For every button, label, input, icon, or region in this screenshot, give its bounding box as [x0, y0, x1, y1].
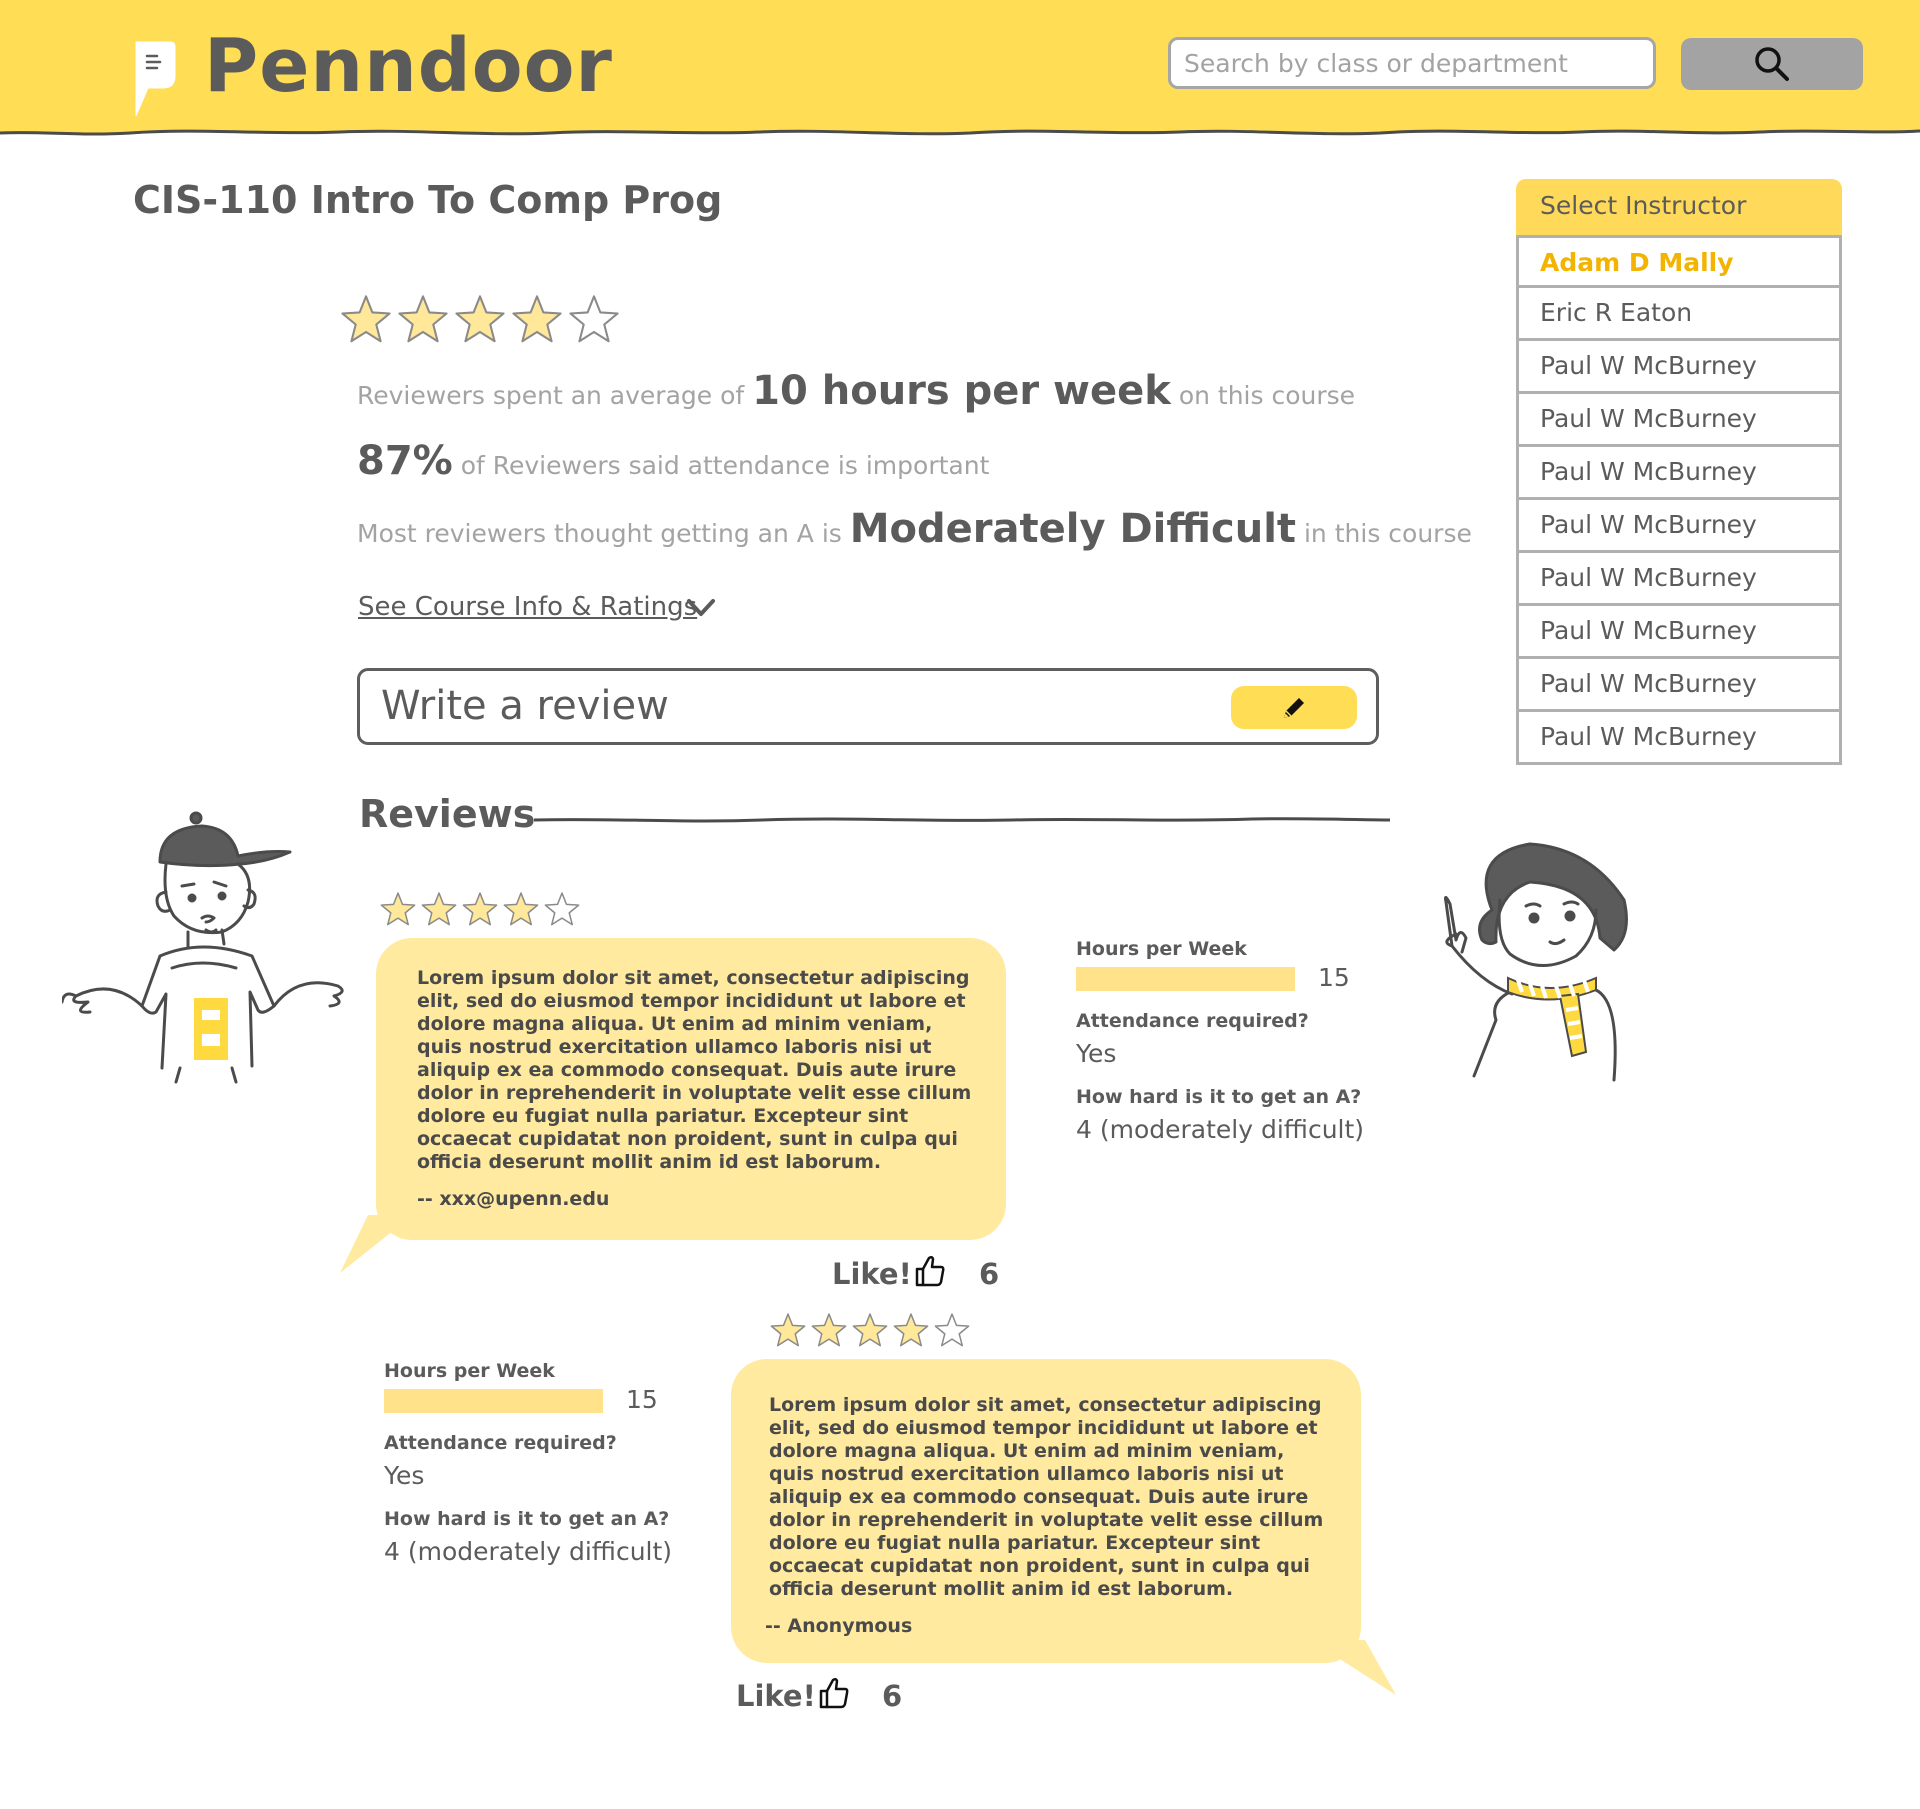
star-icon [811, 1313, 847, 1347]
hours-bar [384, 1389, 603, 1413]
instructor-item[interactable]: Paul W McBurney [1516, 394, 1842, 447]
boy-shrugging-illustration [62, 811, 344, 1084]
hours-bar [1076, 967, 1295, 991]
star-icon [893, 1313, 929, 1347]
like-count: 6 [979, 1257, 1000, 1291]
attendance-label: Attendance required? [384, 1432, 617, 1454]
review-author: -- Anonymous [765, 1615, 913, 1637]
hours-label: Hours per Week [1076, 938, 1247, 960]
review-text: Lorem ipsum dolor sit amet, consectetur … [769, 1394, 1324, 1600]
avg-hours-value: 10 hours per week [752, 368, 1171, 414]
instructor-panel-header: Select Instructor [1516, 179, 1842, 235]
instructor-item[interactable]: Paul W McBurney [1516, 659, 1842, 712]
avg-hours-prefix: Reviewers spent an average of [357, 381, 745, 410]
girl-pointing-illustration [1444, 842, 1628, 1082]
star-icon [544, 892, 580, 926]
write-review-label: Write a review [381, 683, 669, 729]
star-icon [512, 295, 562, 343]
avg-hours-stat: Reviewers spent an average of 10 hours p… [357, 368, 1355, 414]
like-button[interactable]: Like! [736, 1679, 816, 1713]
review-rating-stars [769, 1311, 974, 1349]
like-button[interactable]: Like! [832, 1257, 912, 1291]
attendance-suffix: of Reviewers said attendance is importan… [460, 451, 990, 480]
course-title: CIS-110 Intro To Comp Prog [133, 178, 723, 222]
difficulty-prefix: Most reviewers thought getting an A is [357, 519, 842, 548]
hours-value: 15 [626, 1385, 658, 1414]
hours-value: 15 [1318, 963, 1350, 992]
difficulty-value: Moderately Difficult [849, 506, 1297, 552]
star-icon [503, 892, 539, 926]
instructor-item[interactable]: Paul W McBurney [1516, 606, 1842, 659]
attendance-value: Yes [384, 1461, 425, 1490]
instructor-item[interactable]: Paul W McBurney [1516, 341, 1842, 394]
star-icon [770, 1313, 806, 1347]
difficulty-label: How hard is it to get an A? [1076, 1086, 1362, 1108]
review-rating-stars [379, 890, 584, 928]
write-review-button[interactable] [1231, 686, 1357, 729]
attendance-stat: 87% of Reviewers said attendance is impo… [357, 438, 989, 484]
instructor-item[interactable]: Paul W McBurney [1516, 553, 1842, 606]
hours-label: Hours per Week [384, 1360, 555, 1382]
top-header: Penndoor [0, 0, 1920, 138]
attendance-value: Yes [1076, 1039, 1117, 1068]
instructor-item[interactable]: Paul W McBurney [1516, 712, 1842, 765]
star-icon [934, 1313, 970, 1347]
search-icon [1755, 47, 1789, 81]
pencil-icon [1284, 697, 1304, 718]
instructor-panel: Select Instructor Adam D Mally Eric R Ea… [1516, 179, 1842, 765]
attendance-value: 87% [357, 438, 453, 484]
thumbs-up-icon[interactable] [914, 1254, 946, 1288]
star-icon [569, 295, 619, 343]
chevron-down-icon[interactable] [686, 596, 716, 620]
thumbs-up-icon[interactable] [818, 1676, 850, 1710]
write-review-box[interactable]: Write a review [357, 668, 1379, 745]
attendance-label: Attendance required? [1076, 1010, 1309, 1032]
search-button[interactable] [1681, 38, 1863, 90]
review-author: -- xxx@upenn.edu [417, 1188, 610, 1210]
speech-bubble-logo-icon[interactable] [128, 38, 178, 118]
difficulty-suffix: in this course [1303, 519, 1472, 548]
instructor-item[interactable]: Eric R Eaton [1516, 288, 1842, 341]
difficulty-value: 4 (moderately difficult) [384, 1537, 673, 1566]
reviews-divider [533, 817, 1391, 823]
brand-name[interactable]: Penndoor [204, 24, 613, 108]
course-rating-stars [339, 292, 624, 346]
star-icon [852, 1313, 888, 1347]
star-icon [421, 892, 457, 926]
star-icon [455, 295, 505, 343]
instructor-item[interactable]: Adam D Mally [1516, 235, 1842, 288]
search-input[interactable] [1168, 37, 1656, 89]
star-icon [462, 892, 498, 926]
star-icon [341, 295, 391, 343]
course-info-link[interactable]: See Course Info & Ratings [358, 592, 697, 622]
difficulty-stat: Most reviewers thought getting an A is M… [357, 506, 1472, 552]
like-count: 6 [882, 1679, 903, 1713]
reviews-heading: Reviews [359, 792, 536, 836]
star-icon [380, 892, 416, 926]
avg-hours-suffix: on this course [1178, 381, 1356, 410]
star-icon [398, 295, 448, 343]
instructor-item[interactable]: Paul W McBurney [1516, 447, 1842, 500]
difficulty-value: 4 (moderately difficult) [1076, 1115, 1365, 1144]
difficulty-label: How hard is it to get an A? [384, 1508, 670, 1530]
review-text: Lorem ipsum dolor sit amet, consectetur … [417, 967, 972, 1173]
instructor-item[interactable]: Paul W McBurney [1516, 500, 1842, 553]
